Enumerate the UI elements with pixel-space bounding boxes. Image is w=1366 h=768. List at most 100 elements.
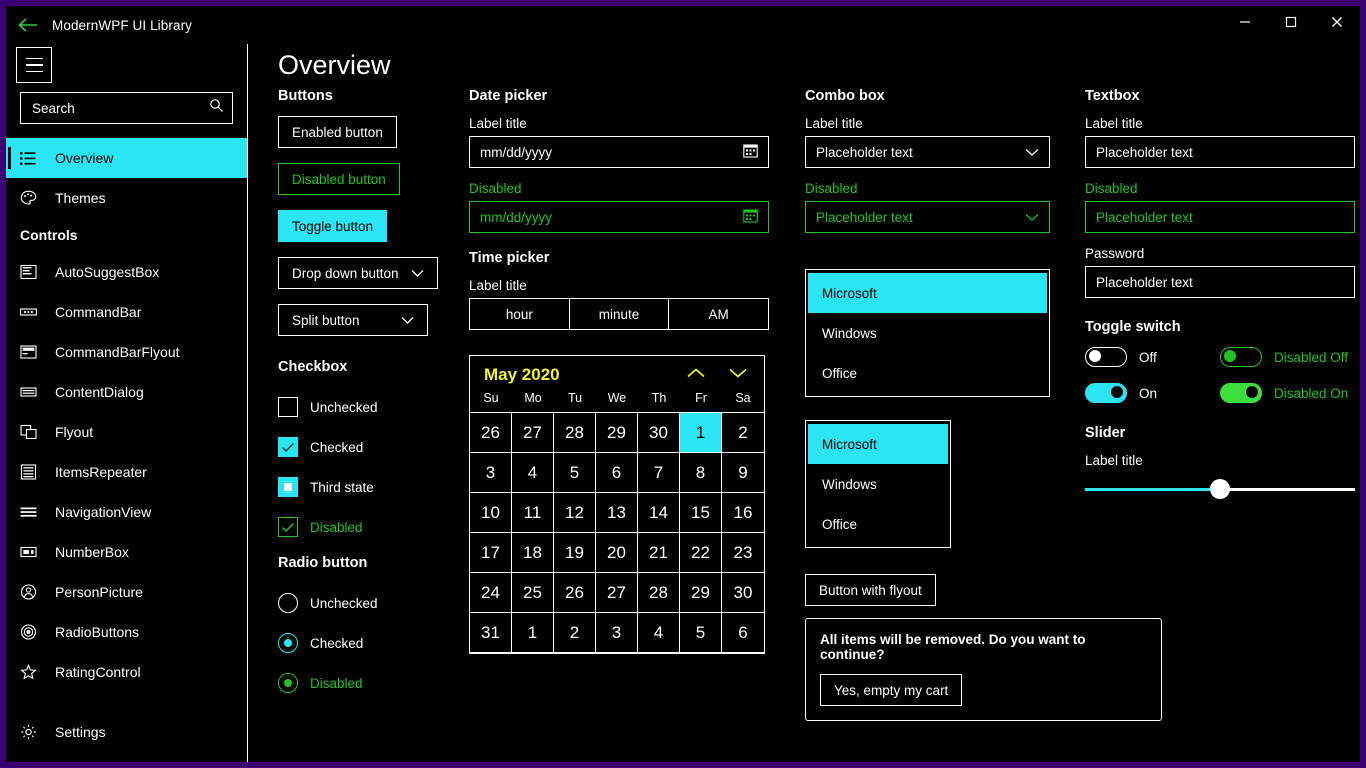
calendar-day[interactable]: 14 <box>638 493 680 533</box>
calendar-day[interactable]: 6 <box>722 613 764 653</box>
sidebar-item-itemsrepeater[interactable]: ItemsRepeater <box>6 452 247 492</box>
calendar-day[interactable]: 10 <box>470 493 512 533</box>
calendar-day[interactable]: 6 <box>596 453 638 493</box>
calendar-day[interactable]: 27 <box>512 413 554 453</box>
calendar-day[interactable]: 2 <box>722 413 764 453</box>
sidebar-item-ratingcontrol[interactable]: RatingControl <box>6 652 247 692</box>
calendar-day[interactable]: 26 <box>554 573 596 613</box>
calendar-day[interactable]: 21 <box>638 533 680 573</box>
back-arrow-icon[interactable] <box>6 6 50 44</box>
radio-checked[interactable]: Checked <box>278 623 453 663</box>
slider-thumb[interactable] <box>1210 479 1230 499</box>
radio-circle[interactable] <box>278 633 298 653</box>
calendar-day[interactable]: 2 <box>554 613 596 653</box>
checkbox-box[interactable] <box>278 397 298 417</box>
combo-list-item[interactable]: Office <box>808 353 1047 393</box>
radio-circle[interactable] <box>278 593 298 613</box>
calendar-day[interactable]: 11 <box>512 493 554 533</box>
calendar-day[interactable]: 15 <box>680 493 722 533</box>
toggle-button[interactable]: Toggle button <box>278 210 387 242</box>
time-picker-minute[interactable]: minute <box>570 299 670 329</box>
maximize-button[interactable] <box>1268 6 1314 38</box>
sidebar-item-overview[interactable]: Overview <box>6 138 247 178</box>
calendar-day[interactable]: 24 <box>470 573 512 613</box>
calendar-day[interactable]: 8 <box>680 453 722 493</box>
hamburger-icon[interactable] <box>16 47 52 83</box>
combo-list-item[interactable]: Office <box>808 504 948 544</box>
radio-unchecked[interactable]: Unchecked <box>278 583 453 623</box>
sidebar-item-autosuggestbox[interactable]: AutoSuggestBox <box>6 252 247 292</box>
toggle-switch-track[interactable] <box>1085 347 1127 367</box>
checkbox-box[interactable] <box>278 437 298 457</box>
calendar-day[interactable]: 7 <box>638 453 680 493</box>
toggle-switch-track[interactable] <box>1085 383 1127 403</box>
calendar-day[interactable]: 5 <box>554 453 596 493</box>
calendar-day[interactable]: 1 <box>512 613 554 653</box>
calendar-view[interactable]: May 2020 Su Mo Tu <box>469 355 765 654</box>
search-input[interactable]: Search <box>20 92 233 124</box>
sidebar-item-commandbar[interactable]: CommandBar <box>6 292 247 332</box>
calendar-day[interactable]: 27 <box>596 573 638 613</box>
sidebar-item-settings[interactable]: Settings <box>6 712 247 752</box>
combo-list-item[interactable]: Windows <box>808 313 1047 353</box>
combo-list-item[interactable]: Windows <box>808 464 948 504</box>
calendar-day[interactable]: 17 <box>470 533 512 573</box>
sidebar-item-personpicture[interactable]: PersonPicture <box>6 572 247 612</box>
calendar-day[interactable]: 30 <box>638 413 680 453</box>
calendar-day[interactable]: 23 <box>722 533 764 573</box>
calendar-month-title[interactable]: May 2020 <box>484 365 686 385</box>
calendar-day[interactable]: 4 <box>512 453 554 493</box>
combo-box[interactable]: Placeholder text <box>805 136 1050 168</box>
combo-box-open-list-small[interactable]: Microsoft Windows Office <box>805 420 951 548</box>
checkbox-unchecked[interactable]: Unchecked <box>278 387 453 427</box>
combo-box-open-list-large[interactable]: Microsoft Windows Office <box>805 269 1050 397</box>
time-picker[interactable]: hour minute AM <box>469 298 769 330</box>
calendar-day[interactable]: 20 <box>596 533 638 573</box>
chevron-up-icon[interactable] <box>686 366 706 384</box>
drop-down-button[interactable]: Drop down button <box>278 257 438 289</box>
calendar-day[interactable]: 29 <box>596 413 638 453</box>
calendar-day[interactable]: 3 <box>470 453 512 493</box>
calendar-day[interactable]: 25 <box>512 573 554 613</box>
calendar-day[interactable]: 31 <box>470 613 512 653</box>
sidebar-item-numberbox[interactable]: NumberBox <box>6 532 247 572</box>
checkbox-box[interactable] <box>278 477 298 497</box>
combo-list-item[interactable]: Microsoft <box>808 273 1047 313</box>
calendar-day[interactable]: 18 <box>512 533 554 573</box>
calendar-day[interactable]: 4 <box>638 613 680 653</box>
checkbox-third-state[interactable]: Third state <box>278 467 453 507</box>
sidebar-item-themes[interactable]: Themes <box>6 178 247 218</box>
calendar-day[interactable]: 3 <box>596 613 638 653</box>
sidebar-item-contentdialog[interactable]: ContentDialog <box>6 372 247 412</box>
date-picker-input[interactable]: mm/dd/yyyy <box>469 136 769 168</box>
combo-list-item[interactable]: Microsoft <box>808 424 948 464</box>
checkbox-checked[interactable]: Checked <box>278 427 453 467</box>
calendar-day[interactable]: 12 <box>554 493 596 533</box>
enabled-button[interactable]: Enabled button <box>278 116 397 148</box>
sidebar-item-settings-row[interactable]: Settings <box>6 712 247 752</box>
text-input[interactable]: Placeholder text <box>1085 136 1355 168</box>
slider-control[interactable] <box>1085 478 1355 500</box>
calendar-day[interactable]: 19 <box>554 533 596 573</box>
sidebar-item-flyout[interactable]: Flyout <box>6 412 247 452</box>
minimize-button[interactable] <box>1222 6 1268 38</box>
close-button[interactable] <box>1314 6 1360 38</box>
calendar-day[interactable]: 9 <box>722 453 764 493</box>
toggle-switch-off[interactable]: Off <box>1085 347 1220 367</box>
time-picker-hour[interactable]: hour <box>470 299 570 329</box>
password-input[interactable]: Placeholder text <box>1085 266 1355 298</box>
sidebar-item-navigationview[interactable]: NavigationView <box>6 492 247 532</box>
calendar-day[interactable]: 1 <box>680 413 722 453</box>
flyout-confirm-button[interactable]: Yes, empty my cart <box>820 674 962 706</box>
calendar-day[interactable]: 22 <box>680 533 722 573</box>
chevron-down-icon[interactable] <box>401 313 414 328</box>
calendar-day[interactable]: 28 <box>638 573 680 613</box>
calendar-day[interactable]: 29 <box>680 573 722 613</box>
calendar-day[interactable]: 26 <box>470 413 512 453</box>
calendar-day[interactable]: 5 <box>680 613 722 653</box>
calendar-day[interactable]: 13 <box>596 493 638 533</box>
sidebar-item-radiobuttons[interactable]: RadioButtons <box>6 612 247 652</box>
button-with-flyout[interactable]: Button with flyout <box>805 574 936 606</box>
calendar-day[interactable]: 30 <box>722 573 764 613</box>
calendar-day[interactable]: 16 <box>722 493 764 533</box>
